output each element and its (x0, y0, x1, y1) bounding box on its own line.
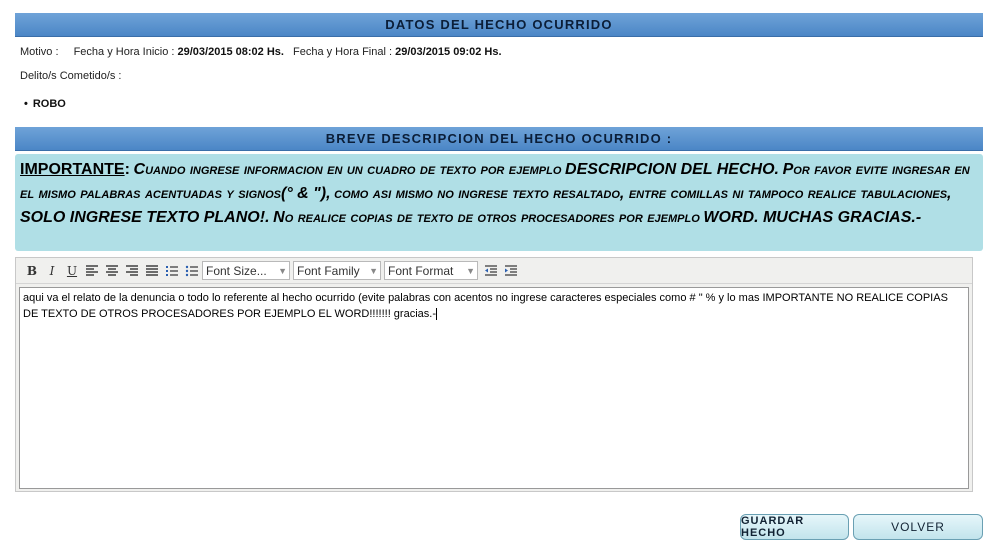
notice-text-1: Cuando ingrese informacion en un cuadro … (133, 161, 562, 178)
ordered-list-button[interactable] (162, 261, 182, 281)
font-family-select[interactable]: Font Family ▼ (293, 261, 381, 280)
save-hecho-button[interactable]: GUARDAR HECHO (740, 514, 849, 540)
align-right-button[interactable] (122, 261, 142, 281)
chevron-down-icon: ▼ (466, 265, 475, 276)
important-notice: IMPORTANTE: Cuando ingrese informacion e… (15, 154, 983, 251)
underline-button[interactable]: U (62, 261, 82, 281)
align-center-icon (106, 264, 118, 276)
list-item: • ROBO (24, 98, 66, 110)
editor-toolbar: B I U Font Size... ▼ Font Family ▼ Font Fo… (16, 258, 972, 284)
unordered-list-button[interactable] (182, 261, 202, 281)
indent-icon (505, 264, 517, 276)
fecha-inicio-value: 29/03/2015 08:02 Hs. (177, 46, 284, 58)
font-format-select[interactable]: Font Format ▼ (384, 261, 478, 280)
font-size-select[interactable]: Font Size... ▼ (202, 261, 290, 280)
align-justify-button[interactable] (142, 261, 162, 281)
font-size-value: Font Size... (206, 263, 267, 278)
editor-content: aqui va el relato de la denuncia o todo … (23, 292, 948, 320)
fecha-final-value: 29/03/2015 09:02 Hs. (395, 46, 502, 58)
fecha-inicio-label: Fecha y Hora Inicio : (73, 46, 175, 58)
section-header-datos: DATOS DEL HECHO OCURRIDO (15, 13, 983, 37)
bold-button[interactable]: B (22, 261, 42, 281)
align-left-button[interactable] (82, 261, 102, 281)
description-text-area[interactable]: aqui va el relato de la denuncia o todo … (19, 287, 969, 489)
outdent-icon (485, 264, 497, 276)
underline-icon: U (66, 263, 78, 278)
notice-bold-1: DESCRIPCION DEL HECHO. (565, 161, 779, 178)
section-title: DATOS DEL HECHO OCURRIDO (385, 17, 613, 32)
indent-button[interactable] (501, 261, 521, 281)
bullet-icon: • (24, 98, 28, 110)
back-button[interactable]: VOLVER (853, 514, 983, 540)
chevron-down-icon: ▼ (278, 265, 287, 276)
section-title: BREVE DESCRIPCION DEL HECHO OCURRIDO : (325, 131, 673, 146)
motivo-label: Motivo : (20, 46, 59, 58)
font-format-value: Font Format (388, 263, 454, 278)
text-cursor (436, 308, 437, 321)
important-colon: : (124, 161, 130, 178)
bold-icon: B (26, 263, 38, 278)
notice-bold-4: WORD. MUCHAS GRACIAS.- (703, 209, 922, 226)
delitos-list: • ROBO (24, 98, 66, 110)
align-right-icon (126, 264, 138, 276)
section-header-descripcion: BREVE DESCRIPCION DEL HECHO OCURRIDO : (15, 127, 983, 151)
notice-text-3: como asi mismo no ingrese texto resaltad… (334, 185, 952, 202)
italic-icon: I (49, 263, 55, 278)
align-justify-icon (146, 264, 158, 276)
delitos-label: Delito/s Cometido/s : (20, 70, 122, 82)
info-row: Motivo : Fecha y Hora Inicio : 29/03/201… (20, 46, 508, 58)
rich-text-editor: B I U Font Size... ▼ Font Family ▼ Font Fo… (15, 257, 973, 492)
chevron-down-icon: ▼ (369, 265, 378, 276)
align-center-button[interactable] (102, 261, 122, 281)
notice-text-4: No realice copias de texto de otros proc… (273, 209, 700, 226)
ordered-list-icon (166, 265, 178, 276)
important-label: IMPORTANTE (20, 161, 125, 178)
fecha-final-label: Fecha y Hora Final : (293, 46, 393, 58)
italic-button[interactable]: I (42, 261, 62, 281)
notice-bold-2: (° & "), (280, 185, 331, 202)
unordered-list-icon (185, 265, 198, 276)
font-family-value: Font Family (297, 263, 360, 278)
notice-bold-3: SOLO INGRESE TEXTO PLANO!. (20, 209, 270, 226)
delito-item-label: ROBO (32, 98, 66, 110)
outdent-button[interactable] (481, 261, 501, 281)
align-left-icon (86, 264, 98, 276)
